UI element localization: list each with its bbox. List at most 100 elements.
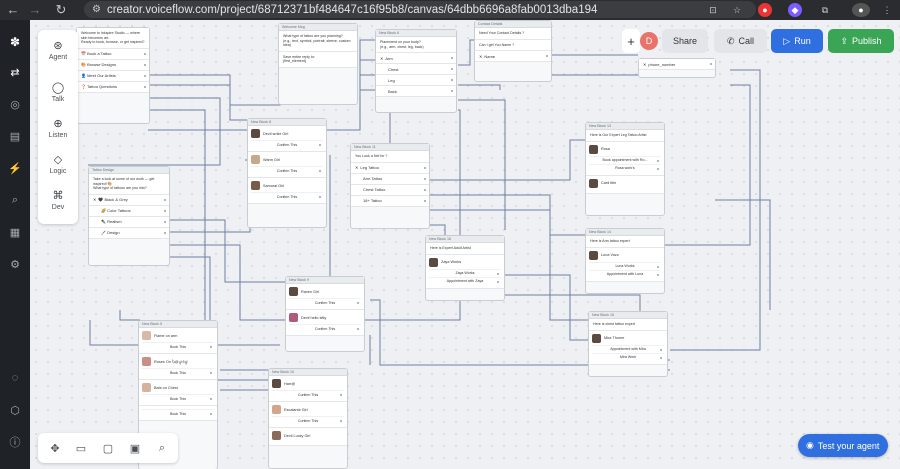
option-row[interactable]: 18+ Tattoo	[351, 195, 429, 207]
card-item[interactable]: Card title	[586, 175, 664, 194]
option-row[interactable]: Arm Tattoo	[351, 173, 429, 185]
card-item[interactable]: Zaya Works Zaya Works Appointment with Zay…	[426, 254, 504, 289]
palette-logic[interactable]: ◇ Logic	[38, 152, 78, 176]
option-row[interactable]: ✒️ Realism	[89, 216, 169, 228]
image-icon[interactable]: ▣	[128, 441, 142, 455]
option-row[interactable]: ✕ Leg Tattoo	[351, 162, 429, 174]
voiceflow-logo-icon[interactable]: ✽	[7, 34, 23, 50]
port-dot[interactable]	[319, 144, 321, 146]
integration-icon[interactable]: ⚡	[7, 160, 23, 176]
block-6-node[interactable]: New Block 6 Placement on your body? (e.g…	[375, 29, 457, 113]
card-item[interactable]: Devil hello kitty Confirm This	[286, 310, 364, 336]
port-dot[interactable]	[451, 79, 453, 82]
port-dot[interactable]	[319, 196, 321, 198]
block-9-node[interactable]: New Block 9 Raven Girl Confirm This Devil…	[285, 276, 365, 352]
port-dot[interactable]	[164, 209, 166, 212]
card-item[interactable]: Flame on arm Book This	[139, 328, 217, 354]
port-dot[interactable]	[340, 394, 342, 396]
palette-agent[interactable]: ⊛ Agent	[38, 38, 78, 62]
port-dot[interactable]	[497, 272, 499, 275]
extension-purple-icon[interactable]: ◆	[788, 3, 802, 17]
port-dot[interactable]	[144, 85, 146, 88]
reload-icon[interactable]: ↻	[50, 2, 72, 18]
card-button[interactable]: Book This	[142, 409, 214, 417]
card-item[interactable]: Warm Girl Confirm This	[248, 152, 326, 178]
phone-capture-node[interactable]: ✕ phone_number	[638, 58, 716, 78]
move-icon[interactable]: ✥	[48, 441, 62, 455]
card-button[interactable]: Confirm This	[289, 298, 361, 306]
option-row[interactable]: Back	[376, 86, 456, 98]
block-15-node[interactable]: New Block 15 Here is chest tattoo expert…	[588, 311, 668, 377]
card-button[interactable]: Confirm This	[251, 166, 323, 174]
port-dot[interactable]	[497, 280, 499, 283]
port-dot[interactable]	[657, 265, 659, 268]
card-item[interactable]: Devil smile Girl Confirm This	[248, 126, 326, 152]
port-dot[interactable]	[424, 166, 426, 169]
port-dot[interactable]	[210, 413, 212, 415]
extension-red-icon[interactable]: ●	[758, 3, 772, 17]
info-icon[interactable]: ⓘ	[7, 434, 23, 450]
card-button[interactable]: Rosa work's	[589, 163, 661, 172]
palette-listen[interactable]: ⊕ Listen	[38, 116, 78, 140]
analytics-icon[interactable]: ▦	[7, 224, 23, 240]
port-dot[interactable]	[164, 220, 166, 223]
port-dot[interactable]	[210, 346, 212, 348]
port-dot[interactable]	[424, 199, 426, 202]
welcome-msg-node[interactable]: Welcome Msg What type of tattoo are you …	[278, 23, 358, 105]
card-item[interactable]: Rosa Book appointment with Ro... Rosa work…	[586, 141, 664, 176]
port-dot[interactable]	[340, 420, 342, 422]
port-dot[interactable]	[424, 177, 426, 180]
settings-icon[interactable]: ⚙	[7, 256, 23, 272]
start-choice-artists[interactable]: 👤 Meet Our Artists	[77, 70, 149, 82]
test-agent-button[interactable]: ◉ Test your agent	[798, 434, 888, 457]
card-button[interactable]: Confirm This	[272, 416, 344, 424]
card-item[interactable]: Mira Thorne Appointment with Mira Mira Wor…	[589, 330, 667, 365]
port-dot[interactable]	[357, 302, 359, 304]
option-row[interactable]: ✕ 🖤 Black & Grey	[89, 194, 169, 206]
call-button[interactable]: ✆ Call	[714, 29, 767, 53]
card-item[interactable]: Roses On Ⴆ@ℊ6ℊ Book This	[139, 354, 217, 380]
card-button[interactable]: Book This	[142, 394, 214, 402]
block-8-node[interactable]: New Block 8 Devil smile Girl Confirm This…	[247, 118, 327, 228]
shield-icon[interactable]: ⬡	[7, 402, 23, 418]
puzzle-icon[interactable]: ⧉	[818, 3, 832, 17]
card-button[interactable]: Confirm This	[251, 192, 323, 200]
menu-kebab-icon[interactable]: ⋮	[880, 3, 894, 17]
avatar[interactable]: D	[640, 32, 658, 50]
port-dot[interactable]	[451, 90, 453, 93]
card-item[interactable]: Harr@ Confirm This	[269, 376, 347, 402]
port-dot[interactable]	[660, 356, 662, 359]
search-icon[interactable]: ⌕	[155, 441, 169, 455]
port-dot[interactable]	[164, 198, 166, 201]
port-dot[interactable]	[144, 63, 146, 66]
card-button[interactable]: Book This	[142, 342, 214, 350]
card-item[interactable]: Luna Vozz Luna Works Appointment with Luna	[586, 247, 664, 282]
card-item[interactable]: Samurai Girl Confirm This	[248, 178, 326, 204]
port-dot[interactable]	[710, 63, 712, 65]
port-dot[interactable]	[357, 328, 359, 330]
block-14-node[interactable]: New Block 14 Here is Arm tattoo expert L…	[585, 228, 665, 294]
flow-canvas[interactable]: Welcome to Inkspire Studio — where skin …	[30, 20, 900, 469]
card-button[interactable]: Mira Work	[592, 352, 664, 361]
port-dot[interactable]	[451, 68, 453, 71]
help-icon[interactable]: ◌	[7, 370, 23, 386]
option-row[interactable]: 🖌️ Design	[89, 227, 169, 239]
back-arrow-icon[interactable]: ←	[2, 2, 24, 17]
capture-row[interactable]: ✕ phone_number	[639, 59, 715, 70]
card-button[interactable]: Appointment with Zaya	[429, 276, 501, 285]
card-button[interactable]: Confirm This	[289, 324, 361, 332]
run-button[interactable]: ▷ Run	[771, 29, 823, 53]
publish-button[interactable]: ⇪ Publish	[828, 29, 894, 53]
option-row[interactable]: Chest	[376, 64, 456, 76]
share-button[interactable]: Share	[662, 29, 708, 53]
palette-talk[interactable]: ◯ Talk	[38, 80, 78, 104]
start-node[interactable]: Welcome to Inkspire Studio — where skin …	[76, 27, 150, 124]
site-info-icon[interactable]: ⚙	[92, 4, 101, 15]
block-11-node[interactable]: New Block 11 You Look a Nel for ? ✕ Leg …	[350, 143, 430, 229]
card-button[interactable]: Confirm This	[272, 390, 344, 398]
start-choice-browse[interactable]: 🎨 Browse Designs	[77, 59, 149, 71]
port-dot[interactable]	[424, 188, 426, 191]
star-icon[interactable]: ☆	[730, 3, 744, 17]
port-dot[interactable]	[546, 55, 548, 58]
card-item[interactable]: Escalante Girl Confirm This	[269, 402, 347, 428]
